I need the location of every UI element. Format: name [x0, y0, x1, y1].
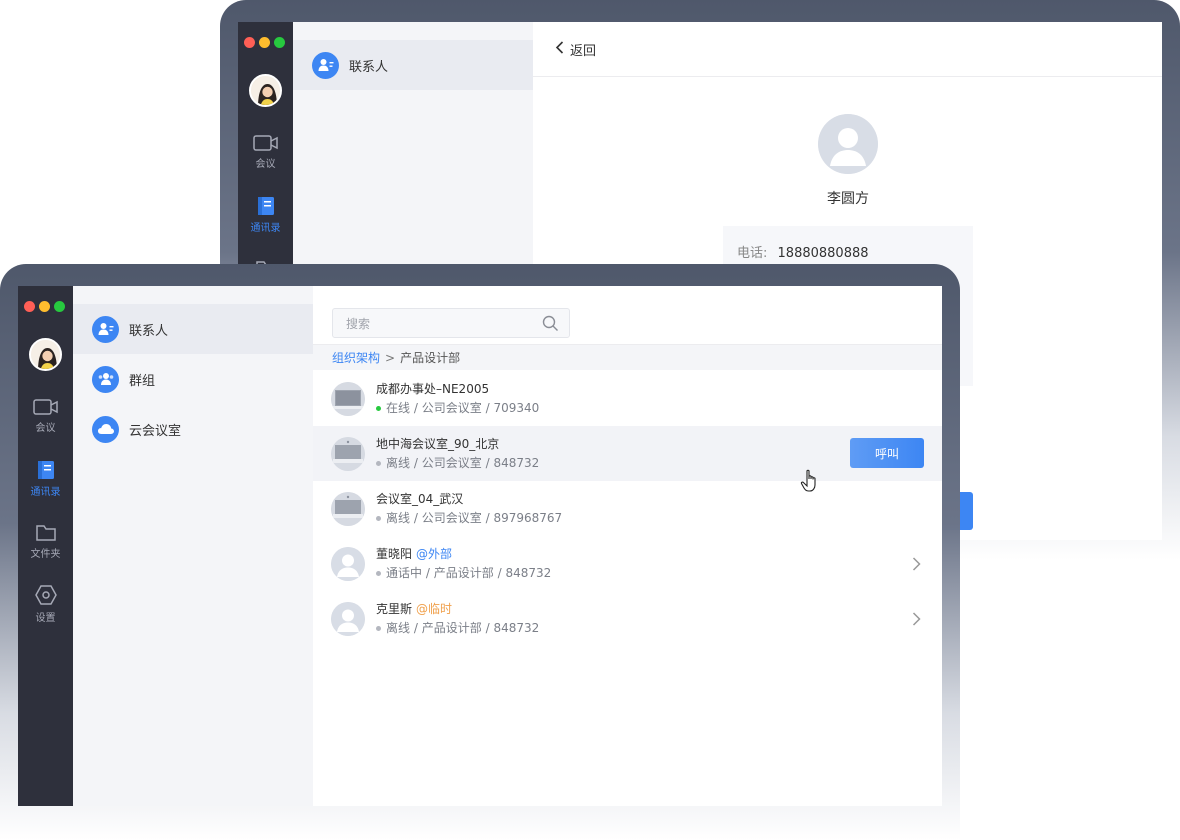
device-avatar — [331, 436, 365, 471]
category-groups-label: 群组 — [129, 373, 156, 389]
list-item-title: 克里斯 — [376, 602, 413, 616]
list-item-title: 成都办事处–NE2005 — [376, 382, 490, 396]
category-cloud-rooms-label: 云会议室 — [129, 423, 182, 439]
offline-status-dot — [376, 460, 381, 466]
contacts-icon — [312, 51, 339, 79]
contact-name: 李圆方 — [827, 191, 869, 207]
front-nav-rail: 会议 通讯录 文件夹 设置 — [18, 286, 73, 806]
offline-status-dot — [376, 515, 381, 521]
nav-contacts-label: 通讯录 — [250, 223, 281, 234]
folder-icon — [35, 525, 56, 541]
list-item-subtitle: 通话中 / 产品设计部 / 848732 — [376, 565, 551, 581]
phone-value: 18880880888 — [777, 246, 869, 261]
front-window: 会议 通讯录 文件夹 设置 联系人 群组 云会议室 搜索 组织架构 > 产品设计… — [18, 286, 942, 806]
online-status-dot — [376, 405, 381, 411]
address-book-icon — [37, 461, 54, 479]
list-item[interactable]: 成都办事处–NE2005 在线 / 公司会议室 / 709340 — [313, 371, 942, 426]
breadcrumb-separator: > — [385, 350, 396, 365]
phone-row: 电话: 18880880888 — [723, 226, 973, 261]
list-item-title: 董晓阳 — [376, 547, 413, 561]
contact-list: 成都办事处–NE2005 在线 / 公司会议室 / 709340 地中海会议室_… — [313, 371, 942, 646]
settings-icon — [34, 585, 57, 605]
minimize-button[interactable] — [39, 301, 50, 312]
contacts-icon — [92, 315, 119, 343]
breadcrumb-root[interactable]: 组织架构 — [332, 349, 380, 366]
category-groups[interactable]: 群组 — [73, 354, 313, 404]
chevron-right-icon[interactable] — [912, 611, 921, 630]
category-contacts-label: 联系人 — [129, 323, 169, 339]
nav-meeting[interactable]: 会议 — [238, 134, 293, 170]
user-avatar[interactable] — [29, 338, 62, 371]
search-placeholder: 搜索 — [346, 316, 371, 331]
video-camera-icon — [252, 135, 278, 151]
temporary-tag: @临时 — [416, 602, 453, 616]
category-contacts[interactable]: 联系人 — [73, 304, 313, 354]
list-item[interactable]: 董晓阳 @外部 通话中 / 产品设计部 / 848732 — [313, 536, 942, 591]
device-avatar — [331, 491, 365, 526]
list-item-subtitle: 在线 / 公司会议室 / 709340 — [376, 400, 539, 416]
external-tag: @外部 — [416, 547, 453, 561]
hand-cursor-icon — [800, 469, 820, 497]
nav-settings-label: 设置 — [35, 613, 56, 624]
breadcrumb: 组织架构 > 产品设计部 — [313, 344, 942, 370]
nav-settings[interactable]: 设置 — [18, 584, 73, 624]
maximize-button[interactable] — [54, 301, 65, 312]
back-window-controls — [244, 37, 285, 48]
detail-header: 返回 — [533, 22, 1162, 77]
nav-contacts[interactable]: 通讯录 — [18, 460, 73, 498]
close-button[interactable] — [244, 37, 255, 48]
list-item[interactable]: 地中海会议室_90_北京 离线 / 公司会议室 / 848732 呼叫 — [313, 426, 942, 481]
close-button[interactable] — [24, 301, 35, 312]
list-item[interactable]: 会议室_04_武汉 离线 / 公司会议室 / 897968767 — [313, 481, 942, 536]
list-item-subtitle: 离线 / 公司会议室 / 848732 — [376, 455, 539, 471]
nav-meeting-label: 会议 — [255, 159, 276, 170]
search-input[interactable]: 搜索 — [332, 308, 570, 338]
nav-contacts-label: 通讯录 — [30, 487, 61, 498]
busy-status-dot — [376, 570, 381, 576]
back-link[interactable]: 返回 — [570, 40, 596, 59]
nav-meeting-label: 会议 — [35, 423, 56, 434]
device-avatar — [331, 381, 365, 416]
search-icon[interactable] — [542, 315, 559, 335]
phone-label: 电话: — [737, 246, 768, 261]
front-window-controls — [24, 301, 65, 312]
nav-contacts[interactable]: 通讯录 — [238, 196, 293, 234]
list-item-subtitle: 离线 / 公司会议室 / 897968767 — [376, 510, 562, 526]
front-category-column: 联系人 群组 云会议室 — [73, 286, 313, 806]
user-avatar[interactable] — [249, 74, 282, 107]
list-item[interactable]: 克里斯 @临时 离线 / 产品设计部 / 848732 — [313, 591, 942, 646]
list-item-subtitle: 离线 / 产品设计部 / 848732 — [376, 620, 539, 636]
person-avatar — [331, 546, 365, 581]
offline-status-dot — [376, 625, 381, 631]
contact-list-panel: 搜索 组织架构 > 产品设计部 成都办事处–NE2005 在线 / 公司会议室 — [313, 286, 942, 806]
group-icon — [92, 365, 119, 393]
person-avatar — [331, 601, 365, 636]
category-contacts-label: 联系人 — [349, 59, 389, 75]
list-item-title: 会议室_04_武汉 — [376, 492, 464, 506]
contact-avatar — [818, 114, 878, 174]
chevron-left-icon[interactable] — [555, 40, 564, 58]
nav-folder-label: 文件夹 — [30, 549, 61, 560]
nav-meeting[interactable]: 会议 — [18, 398, 73, 434]
address-book-icon — [257, 197, 274, 215]
cloud-icon — [92, 415, 119, 443]
category-contacts[interactable]: 联系人 — [293, 40, 533, 90]
minimize-button[interactable] — [259, 37, 270, 48]
call-button[interactable]: 呼叫 — [850, 438, 924, 468]
video-camera-icon — [32, 399, 58, 415]
breadcrumb-current: 产品设计部 — [400, 351, 461, 365]
chevron-right-icon[interactable] — [912, 556, 921, 575]
list-item-title: 地中海会议室_90_北京 — [376, 437, 500, 451]
category-cloud-rooms[interactable]: 云会议室 — [73, 404, 313, 454]
nav-folder[interactable]: 文件夹 — [18, 522, 73, 560]
maximize-button[interactable] — [274, 37, 285, 48]
